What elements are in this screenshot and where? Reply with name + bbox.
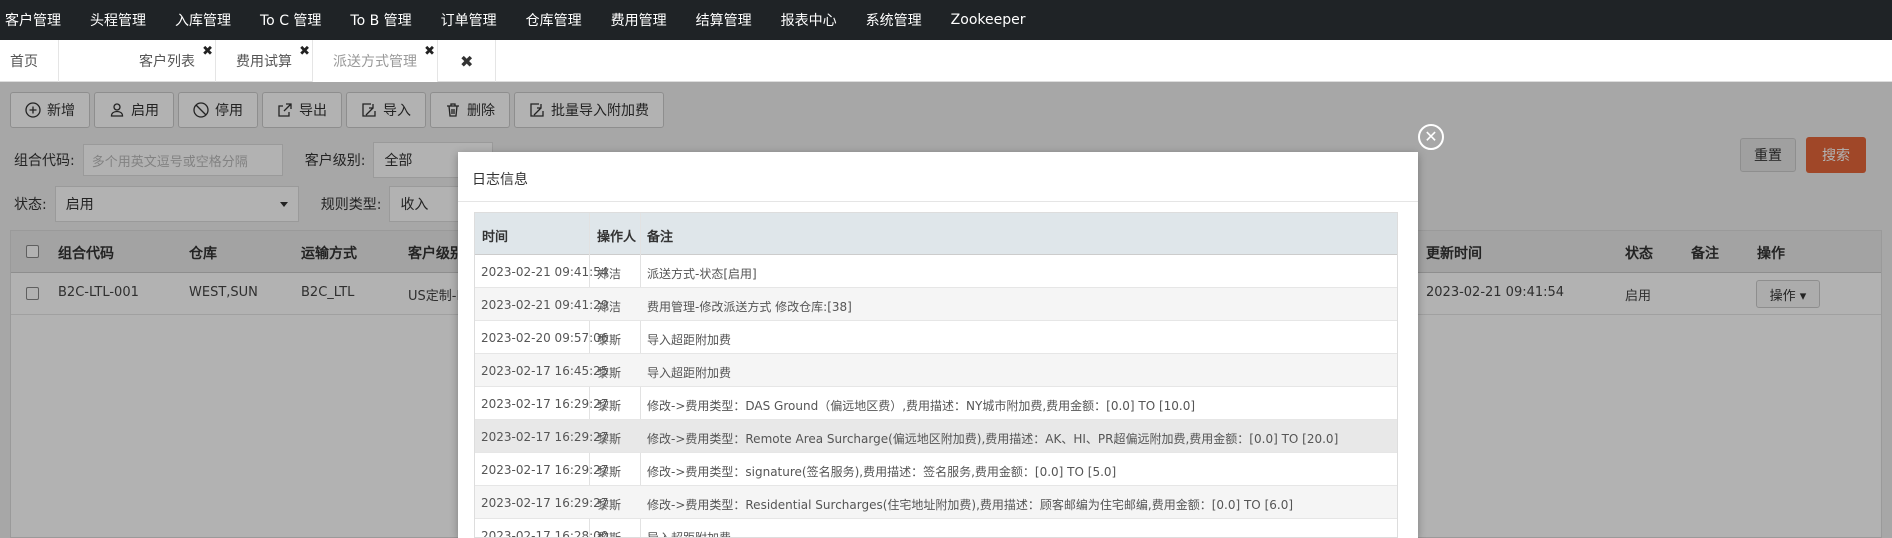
header-time: 时间 bbox=[482, 230, 509, 245]
log-row: 2023-02-17 16:29:27 黎斯 修改->费用类型：signatur… bbox=[475, 453, 1397, 486]
nav-item-zookeeper[interactable]: Zookeeper bbox=[951, 12, 1026, 28]
log-operator: 黎斯 bbox=[597, 465, 622, 479]
log-row: 2023-02-17 16:28:00 黎斯 导入超距附加费 bbox=[475, 519, 1397, 538]
log-row: 2023-02-21 09:41:54 郑洁 派送方式-状态[启用] bbox=[475, 255, 1397, 288]
nav-item-to-b[interactable]: To B 管理 bbox=[350, 10, 411, 30]
log-operator: 黎斯 bbox=[597, 531, 622, 538]
log-remark: 费用管理-修改派送方式 修改仓库:[38] bbox=[647, 300, 852, 314]
tab-delivery-method[interactable]: 派送方式管理 ✖ bbox=[313, 40, 438, 82]
log-remark: 修改->费用类型：Residential Surcharges(住宅地址附加费)… bbox=[647, 498, 1294, 512]
log-row: 2023-02-20 09:57:06 黎斯 导入超距附加费 bbox=[475, 321, 1397, 354]
log-row: 2023-02-17 16:29:27 黎斯 修改->费用类型：Remote A… bbox=[475, 420, 1397, 453]
log-operator: 黎斯 bbox=[597, 498, 622, 512]
log-remark: 导入超距附加费 bbox=[647, 531, 732, 538]
nav-item-first-leg[interactable]: 头程管理 bbox=[90, 10, 146, 30]
log-operator: 黎斯 bbox=[597, 399, 622, 413]
close-icon[interactable]: ✖ bbox=[299, 44, 310, 59]
log-time: 2023-02-17 16:29:27 bbox=[481, 397, 609, 411]
close-icon: ✖ bbox=[460, 51, 474, 71]
log-operator: 黎斯 bbox=[597, 432, 622, 446]
log-remark: 修改->费用类型：signature(签名服务),费用描述：签名服务,费用金额：… bbox=[647, 465, 1117, 479]
nav-item-settlement[interactable]: 结算管理 bbox=[696, 10, 752, 30]
tab-customer-list[interactable]: 客户列表 ✖ bbox=[59, 40, 216, 82]
log-operator: 郑洁 bbox=[597, 267, 622, 281]
tab-label: 费用试算 bbox=[236, 54, 292, 70]
log-row: 2023-02-17 16:29:27 黎斯 修改->费用类型：DAS Grou… bbox=[475, 387, 1397, 420]
modal-close-glyph: ✕ bbox=[1424, 127, 1438, 146]
log-time: 2023-02-17 16:29:27 bbox=[481, 463, 609, 477]
log-time: 2023-02-17 16:45:25 bbox=[481, 364, 609, 378]
nav-item-orders[interactable]: 订单管理 bbox=[441, 10, 497, 30]
log-time: 2023-02-17 16:28:00 bbox=[481, 529, 609, 538]
header-remark: 备注 bbox=[647, 230, 674, 245]
log-remark: 派送方式-状态[启用] bbox=[647, 267, 757, 281]
log-remark: 导入超距附加费 bbox=[647, 333, 732, 347]
dialog-title: 日志信息 bbox=[458, 152, 1418, 202]
tab-label: 首页 bbox=[10, 54, 38, 70]
nav-item-warehouse[interactable]: 仓库管理 bbox=[526, 10, 582, 30]
log-time: 2023-02-21 09:41:29 bbox=[481, 298, 609, 312]
close-icon[interactable]: ✕ bbox=[1418, 124, 1444, 150]
log-dialog: 日志信息 时间 操作人 备注 2023-02-21 09:41:54 郑洁 派送… bbox=[458, 152, 1418, 538]
tab-fee-trial[interactable]: 费用试算 ✖ bbox=[216, 40, 313, 82]
header-operator: 操作人 bbox=[597, 230, 637, 245]
nav-item-fees[interactable]: 费用管理 bbox=[611, 10, 667, 30]
log-operator: 郑洁 bbox=[597, 300, 622, 314]
log-remark: 修改->费用类型：Remote Area Surcharge(偏远地区附加费),… bbox=[647, 432, 1339, 446]
log-time: 2023-02-21 09:41:54 bbox=[481, 265, 609, 279]
log-time: 2023-02-17 16:29:27 bbox=[481, 496, 609, 510]
close-icon[interactable]: ✖ bbox=[202, 44, 213, 59]
top-nav: 客户管理 头程管理 入库管理 To C 管理 To B 管理 订单管理 仓库管理… bbox=[0, 0, 1892, 40]
tab-bar: 首页 客户列表 ✖ 费用试算 ✖ 派送方式管理 ✖ ✖ bbox=[0, 40, 1892, 82]
log-remark: 导入超距附加费 bbox=[647, 366, 732, 380]
log-table: 时间 操作人 备注 2023-02-21 09:41:54 郑洁 派送方式-状态… bbox=[474, 212, 1398, 538]
log-row: 2023-02-21 09:41:29 郑洁 费用管理-修改派送方式 修改仓库:… bbox=[475, 288, 1397, 321]
tab-home[interactable]: 首页 bbox=[0, 40, 59, 82]
log-operator: 黎斯 bbox=[597, 333, 622, 347]
log-table-header: 时间 操作人 备注 bbox=[475, 213, 1397, 255]
log-remark: 修改->费用类型：DAS Ground（偏远地区费）,费用描述：NY城市附加费,… bbox=[647, 399, 1196, 413]
nav-item-reports[interactable]: 报表中心 bbox=[781, 10, 837, 30]
close-icon[interactable]: ✖ bbox=[424, 44, 435, 59]
nav-item-to-c[interactable]: To C 管理 bbox=[260, 10, 321, 30]
nav-item-system[interactable]: 系统管理 bbox=[866, 10, 922, 30]
nav-item-inbound[interactable]: 入库管理 bbox=[175, 10, 231, 30]
log-row: 2023-02-17 16:29:27 黎斯 修改->费用类型：Resident… bbox=[475, 486, 1397, 519]
log-time: 2023-02-20 09:57:06 bbox=[481, 331, 609, 345]
log-operator: 黎斯 bbox=[597, 366, 622, 380]
tab-label: 客户列表 bbox=[139, 54, 195, 70]
log-time: 2023-02-17 16:29:27 bbox=[481, 430, 609, 444]
log-row: 2023-02-17 16:45:25 黎斯 导入超距附加费 bbox=[475, 354, 1397, 387]
tab-label: 派送方式管理 bbox=[333, 54, 417, 70]
nav-item-customer[interactable]: 客户管理 bbox=[5, 10, 61, 30]
close-all-tabs-button[interactable]: ✖ bbox=[438, 40, 497, 82]
